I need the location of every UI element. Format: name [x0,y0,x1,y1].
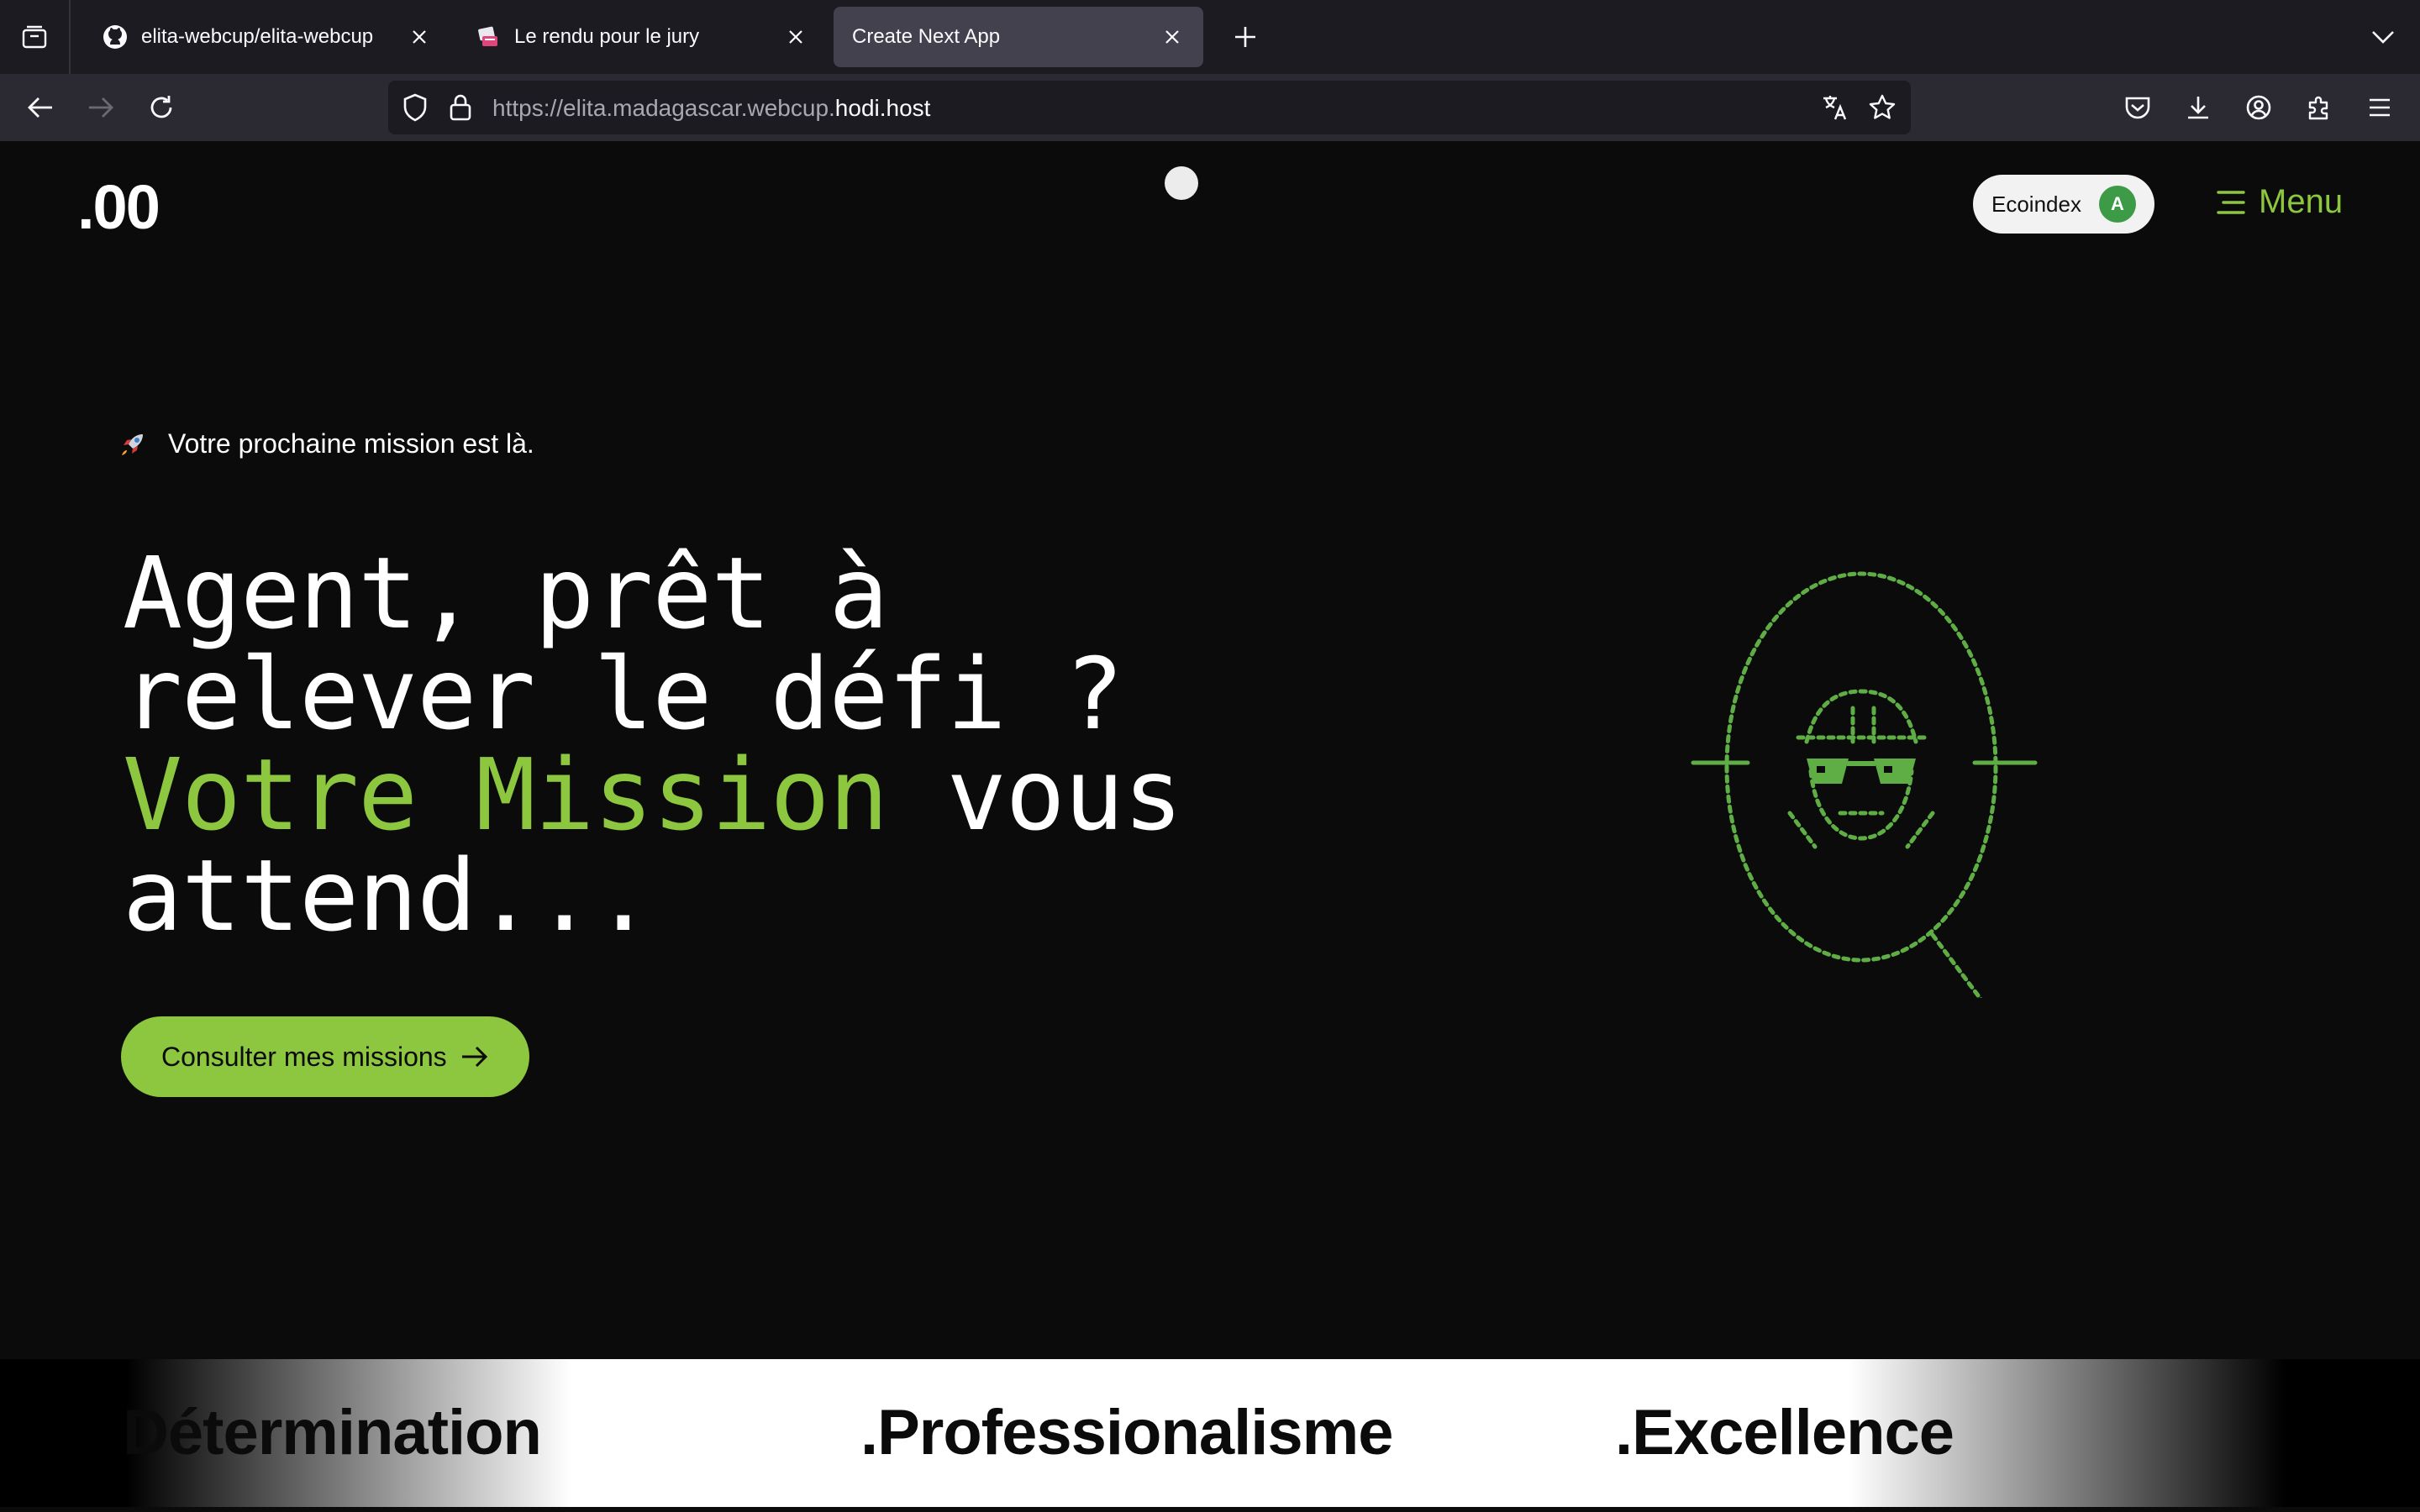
hero-line-3-rest: vous [887,737,1183,853]
ticker-item: .Professionalisme [860,1397,1393,1468]
tagline: Votre prochaine mission est là. [118,428,534,459]
values-ticker: Détermination .Professionalisme .Excelle… [0,1359,2420,1507]
hero-highlight: Votre Mission [123,737,889,853]
chevron-down-icon [2372,31,2394,44]
hamburger-icon [2370,98,2390,117]
page-viewport: .00 Ecoindex A Menu Votre prochaine miss… [0,141,2420,1512]
download-icon [2188,97,2208,119]
tab-github[interactable]: elita-webcup/elita-webcup [84,7,450,67]
browser-nav-bar: https://elita.madagascar.webcup.hodi.hos… [0,74,2420,141]
puzzle-icon [2308,96,2328,120]
tagline-text: Votre prochaine mission est là. [168,428,534,459]
tab-list-button[interactable] [0,0,71,74]
tab-title: Create Next App [852,25,1001,48]
close-icon[interactable] [1160,24,1185,50]
plus-icon [1235,27,1255,47]
tab-title: elita-webcup/elita-webcup [141,25,374,48]
menu-label: Menu [2259,183,2344,220]
url-host: hodi.host [834,95,931,121]
account-icon [2246,95,2271,120]
url-prefix: https://elita.madagascar.webcup. [492,95,835,121]
ecoindex-label: Ecoindex [1991,191,2081,217]
hero-line-3: Votre Mission vous [123,744,1183,845]
pink-favicon-icon [476,24,501,50]
hero-line-2: relever le défi ? [123,636,1124,752]
ecoindex-badge[interactable]: Ecoindex A [1973,175,2154,234]
view-missions-button[interactable]: Consulter mes missions [121,1016,529,1097]
agent-magnifier-illustration [1691,571,2038,998]
shield-icon[interactable] [398,91,432,124]
tab-title: Le rendu pour le jury [514,25,700,48]
github-icon [103,24,128,50]
hero-line-4: attend... [123,837,653,953]
reload-icon [150,96,172,118]
pocket-icon [2125,97,2150,119]
app-menu-button[interactable] [2356,84,2403,131]
list-all-tabs-button[interactable] [2366,20,2400,54]
ticker-item: .Excellence [1615,1397,1954,1468]
close-icon[interactable] [407,24,432,50]
hero-line-1: Agent, prêt à [123,535,889,651]
arrow-right-icon [89,97,113,118]
url-text[interactable]: https://elita.madagascar.webcup.hodi.hos… [492,95,930,122]
menu-icon [2217,190,2245,214]
back-button[interactable] [17,84,64,131]
pocket-button[interactable] [2114,84,2161,131]
tab-create-next-app[interactable]: Create Next App [834,7,1203,67]
menu-button[interactable]: Menu [2212,183,2343,221]
cta-label: Consulter mes missions [161,1041,447,1072]
lock-icon[interactable] [444,91,477,124]
forward-button[interactable] [77,84,124,131]
rocket-icon [122,433,143,455]
reload-button[interactable] [138,84,185,131]
site-logo[interactable]: .00 [77,171,160,243]
url-bar[interactable]: https://elita.madagascar.webcup.hodi.hos… [388,81,1911,134]
bookmark-star-icon[interactable] [1865,91,1899,124]
close-icon[interactable] [783,24,808,50]
account-button[interactable] [2235,84,2282,131]
custom-cursor [1165,166,1198,200]
hero-heading: Agent, prêt à relever le défi ? Votre Mi… [123,535,1183,953]
arrow-right-icon [461,1046,487,1068]
extensions-button[interactable] [2296,84,2343,131]
arrow-left-icon [28,97,52,118]
tab-rendu-jury[interactable]: Le rendu pour le jury [457,7,827,67]
downloads-button[interactable] [2175,84,2222,131]
translate-icon[interactable] [1818,91,1852,124]
tab-list-icon [22,25,47,49]
browser-tab-bar: elita-webcup/elita-webcup Le rendu pour … [0,0,2420,74]
new-tab-button[interactable] [1220,12,1270,62]
ticker-item: Détermination [123,1397,542,1468]
ecoindex-grade: A [2099,186,2136,223]
